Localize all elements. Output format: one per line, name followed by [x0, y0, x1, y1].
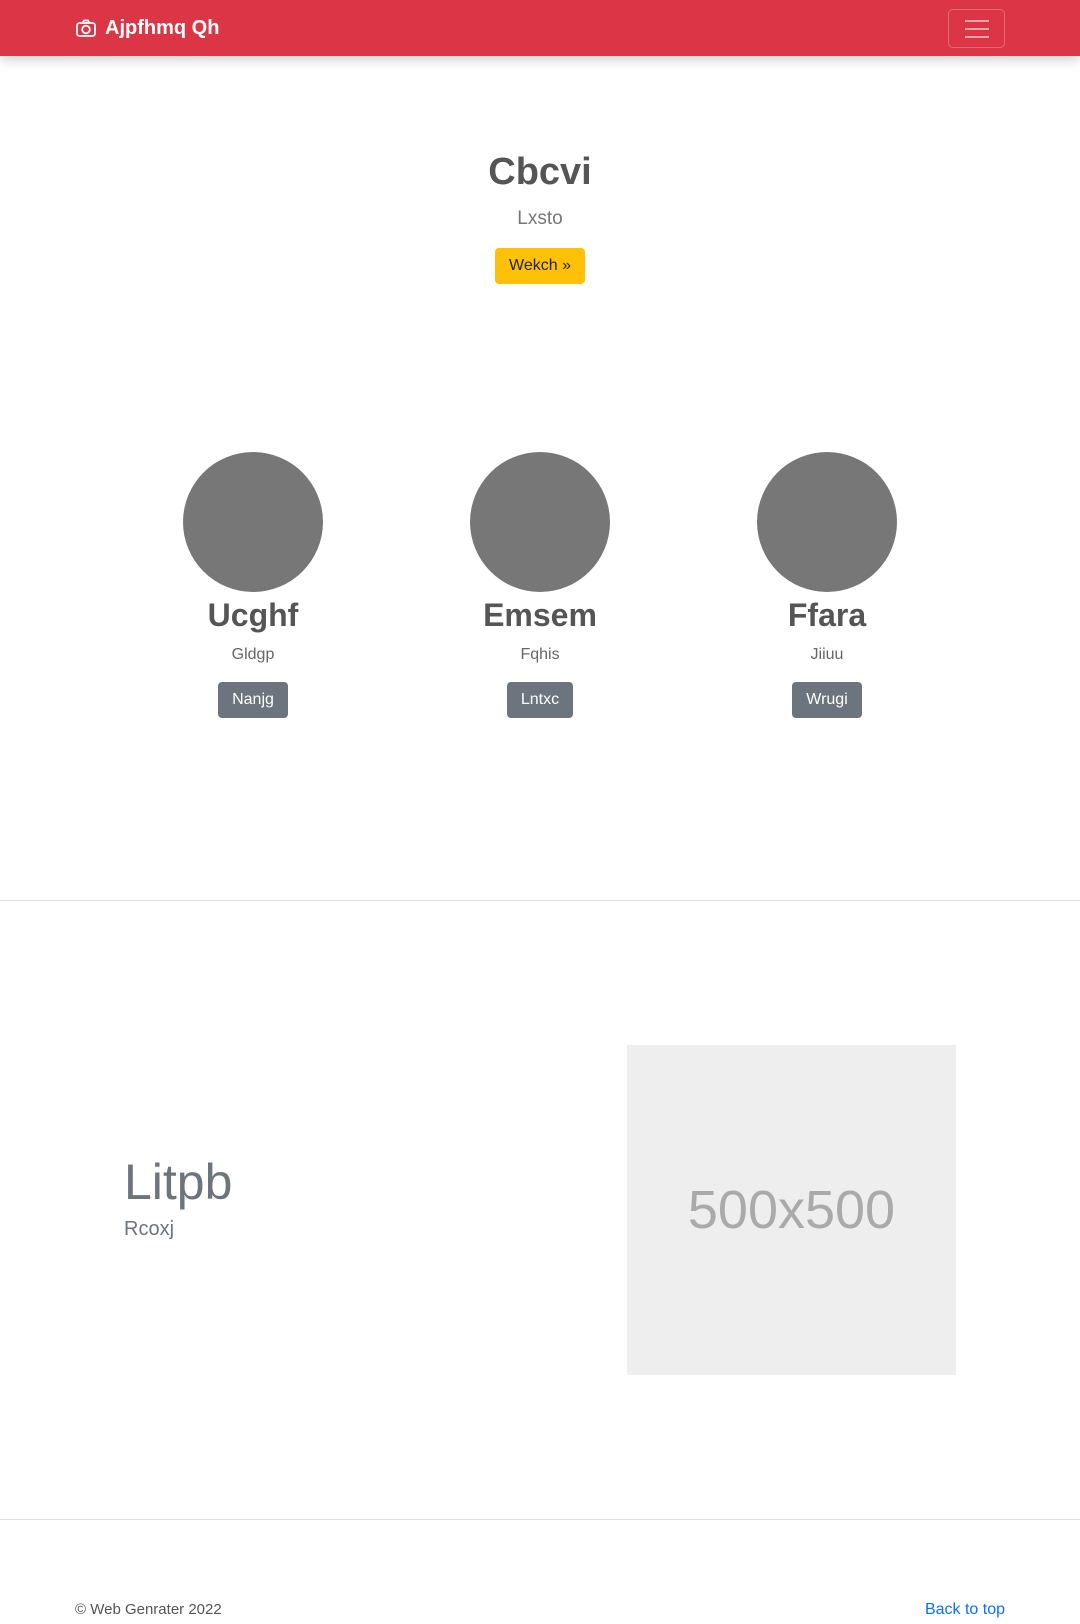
brand-link[interactable]: Ajpfhmq Qh [75, 14, 219, 42]
navbar-toggle-button[interactable] [948, 9, 1005, 48]
feature-avatar [470, 452, 610, 592]
section-divider [0, 900, 1080, 901]
camera-icon [75, 17, 97, 39]
feature-card: Emsem Fqhis Lntxc [420, 452, 660, 719]
placeholder-image-label: 500x500 [687, 1180, 896, 1240]
feature-avatar [183, 452, 323, 592]
feature-title: Ffara [787, 597, 867, 633]
hero-section: Cbcvi Lxsto Wekch » [0, 150, 1080, 284]
brand-name: Ajpfhmq Qh [105, 16, 220, 39]
features-section: Ucghf Gldgp Nanjg Emsem Fqhis Lntxc Ffar… [0, 452, 1080, 722]
feature-avatar [757, 452, 897, 592]
feature-text: Jiiuu [810, 646, 844, 664]
feature-text: Gldgp [231, 646, 275, 664]
hero-subtitle: Lxsto [517, 207, 563, 229]
feature-button[interactable]: Lntxc [506, 682, 574, 719]
feature-card: Ffara Jiiuu Wrugi [707, 452, 947, 719]
feature-button[interactable]: Nanjg [218, 682, 288, 719]
section-divider [0, 1519, 1080, 1520]
showcase-title: Litpb [124, 1154, 233, 1210]
feature-title: Emsem [483, 597, 597, 633]
copyright-text: © Web Genrater 2022 [75, 1601, 222, 1618]
top-navbar: Ajpfhmq Qh [0, 0, 1080, 56]
hero-title: Cbcvi [488, 151, 592, 193]
showcase-text-block: Litpb Rcoxj [124, 1155, 232, 1241]
placeholder-image: 500x500 [627, 1045, 956, 1375]
feature-title: Ucghf [207, 597, 299, 633]
back-to-top-link[interactable]: Back to top [925, 1601, 1005, 1619]
showcase-subtitle: Rcoxj [124, 1218, 175, 1240]
feature-text: Fqhis [520, 646, 560, 664]
feature-button[interactable]: Wrugi [792, 682, 862, 719]
hamburger-menu-icon [964, 19, 989, 38]
feature-card: Ucghf Gldgp Nanjg [133, 452, 373, 719]
hero-cta-button[interactable]: Wekch » [495, 247, 585, 284]
